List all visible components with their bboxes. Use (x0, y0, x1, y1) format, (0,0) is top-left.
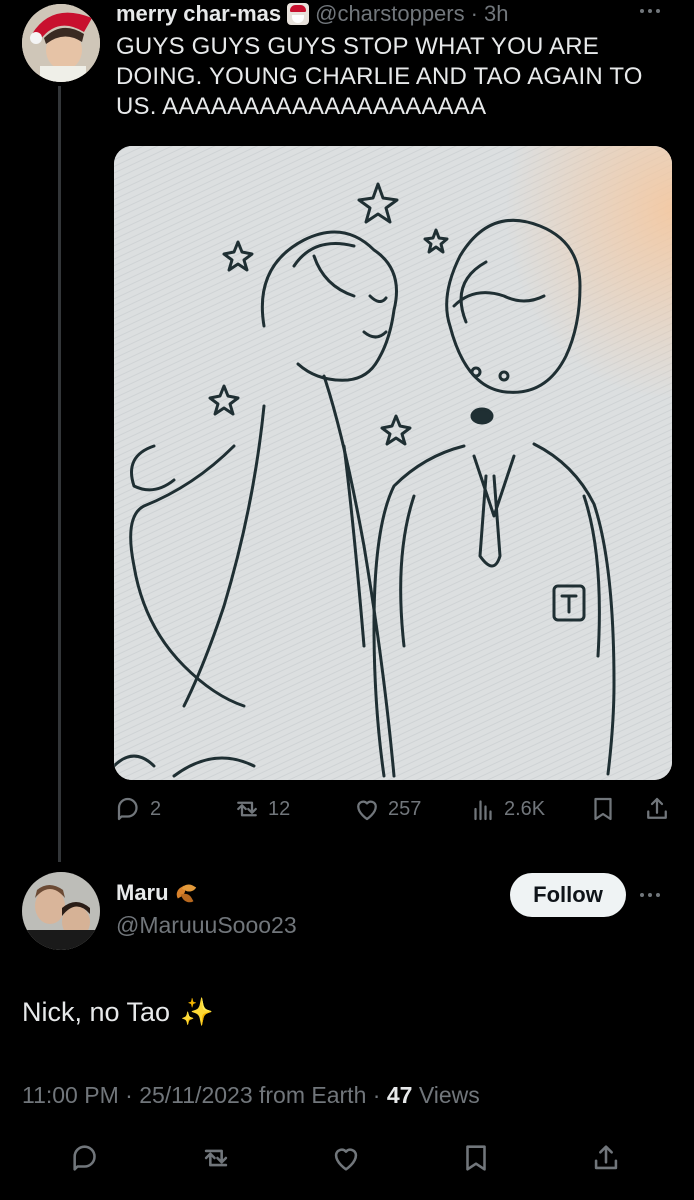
reply-avatar[interactable] (22, 872, 100, 950)
separator-dot: · (470, 1, 478, 26)
reply-text: Nick, no Tao (22, 996, 171, 1027)
thread-connector-line (58, 86, 61, 862)
reply-icon (73, 1145, 96, 1171)
sketch-illustration-image (114, 146, 672, 780)
reply-text-row: Nick, no Tao ✨ (22, 996, 214, 1028)
tweet-action-bar: 2 12 257 2.6K (114, 794, 680, 830)
bookmark-icon (594, 797, 612, 821)
meta-separator: · (125, 1082, 133, 1108)
tweet-header: merry char-mas @charstoppers · 3h (116, 0, 508, 28)
views-count: 2.6K (504, 797, 546, 820)
timestamp[interactable]: 3h (484, 1, 508, 27)
reply-date[interactable]: 25/11/2023 (139, 1082, 252, 1108)
like-button[interactable] (326, 1136, 366, 1180)
sparkles-icon: ✨ (180, 997, 214, 1027)
analytics-icon (474, 800, 492, 821)
tweet-media-image[interactable] (114, 146, 672, 780)
bookmark-icon (466, 1145, 486, 1171)
share-button[interactable] (642, 794, 672, 824)
retweet-count: 12 (268, 797, 291, 820)
display-name[interactable]: merry char-mas (116, 1, 281, 27)
reply-icon (117, 797, 138, 821)
share-button[interactable] (586, 1136, 626, 1180)
tweet-text: GUYS GUYS GUYS STOP WHAT YOU ARE DOING. … (116, 33, 643, 120)
avatar-image (22, 4, 100, 82)
like-button[interactable]: 257 (352, 794, 421, 824)
share-icon (647, 797, 667, 819)
tweet-meta: 11:00 PM · 25/11/2023 from Earth · 47 Vi… (22, 1082, 480, 1109)
retweet-icon (237, 801, 257, 817)
follow-button[interactable]: Follow (510, 873, 626, 917)
heart-icon (357, 800, 377, 821)
retweet-button[interactable]: 12 (232, 794, 290, 824)
reply-source: from Earth (259, 1082, 367, 1108)
reply-avatar-image (22, 872, 100, 950)
reply-button[interactable]: 2 (114, 794, 161, 824)
reply-display-name[interactable]: Maru (116, 880, 169, 906)
retweet-button[interactable] (196, 1136, 236, 1180)
views-button[interactable]: 2.6K (468, 794, 545, 824)
reply-count: 2 (150, 797, 162, 820)
reply-more-options-icon[interactable] (640, 890, 670, 900)
reply-time[interactable]: 11:00 PM (22, 1082, 119, 1108)
share-icon (594, 1145, 618, 1170)
like-count: 257 (388, 797, 422, 820)
more-options-icon[interactable] (640, 6, 670, 16)
reply-header: Maru (116, 880, 197, 906)
santa-emoji-icon (287, 3, 310, 25)
avatar[interactable] (22, 4, 100, 82)
reply-action-bar (0, 1136, 694, 1180)
views-label: Views (418, 1082, 480, 1108)
heart-icon (334, 1148, 358, 1171)
views-count: 47 (386, 1082, 413, 1108)
reply-handle[interactable]: @MaruuuSooo23 (116, 912, 297, 939)
reply-button[interactable] (66, 1136, 106, 1180)
bookmark-button[interactable] (588, 794, 618, 824)
handle[interactable]: @charstoppers (315, 1, 465, 27)
retweet-icon (204, 1149, 228, 1167)
leaves-emoji-icon (173, 881, 197, 906)
bookmark-button[interactable] (456, 1136, 496, 1180)
meta-separator: · (372, 1082, 381, 1108)
